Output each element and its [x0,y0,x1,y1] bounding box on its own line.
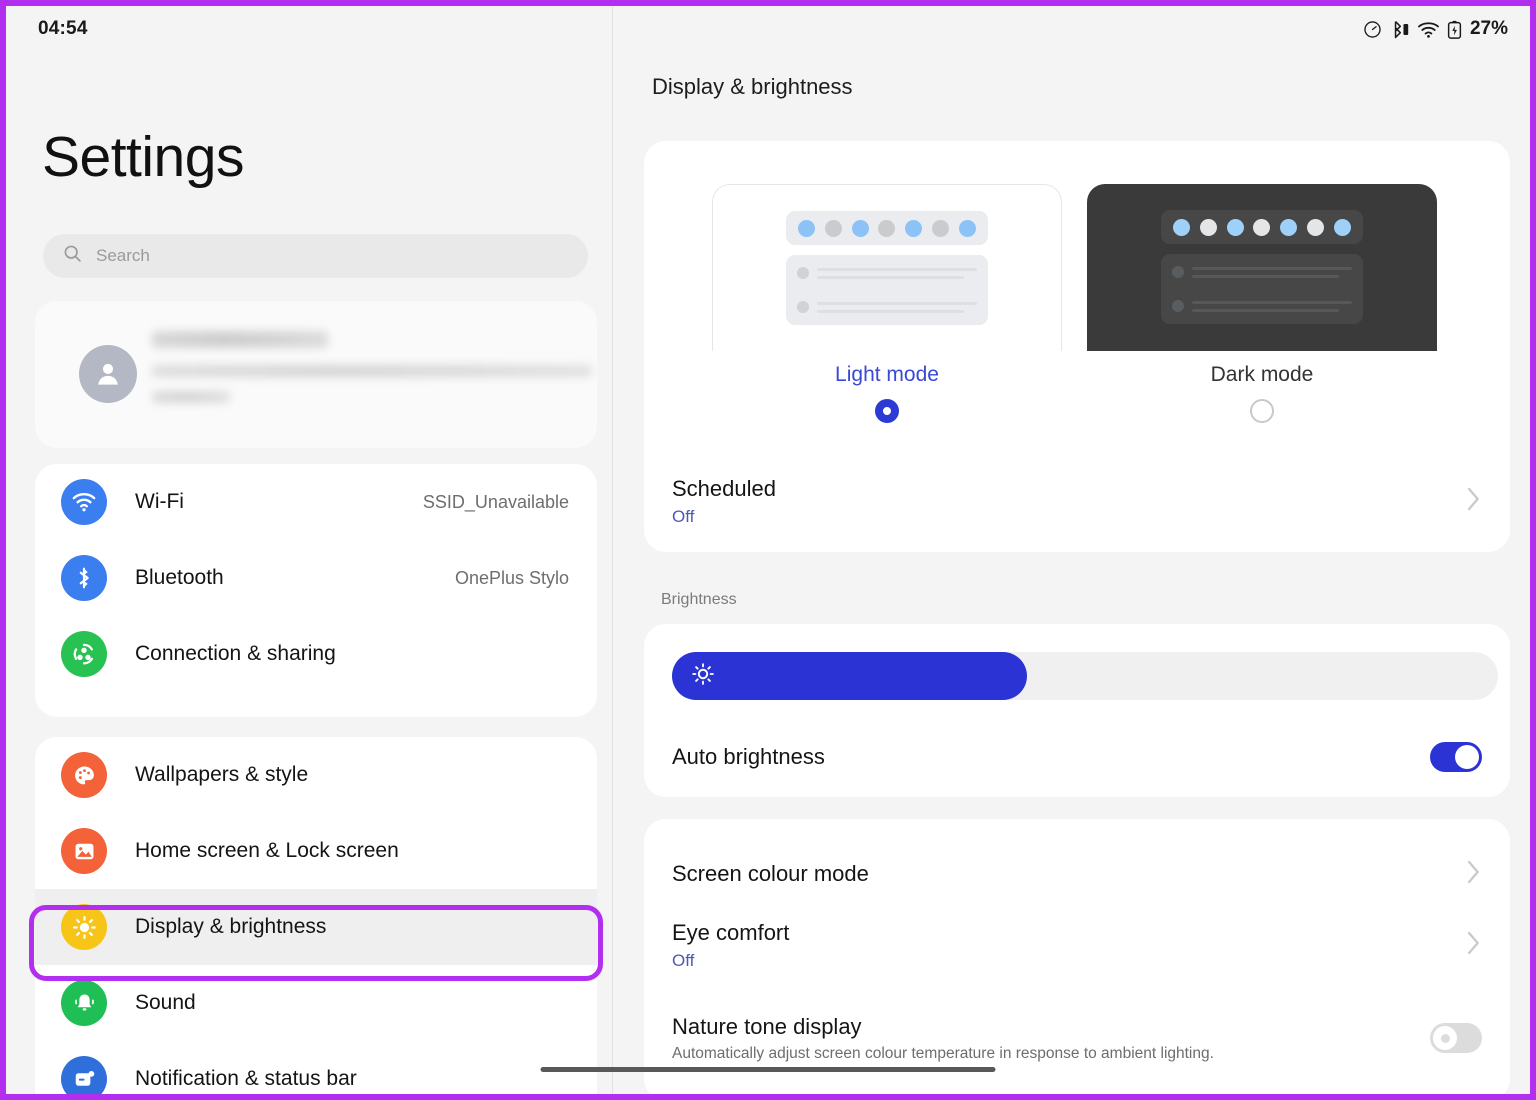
sidebar-item-notification-status-bar[interactable]: Notification & status bar [35,1041,597,1094]
person-avatar-icon [79,345,137,403]
preview-quick-toggles [1161,210,1363,244]
preview-list-rows [786,255,988,325]
wifi-icon [1417,20,1440,39]
auto-brightness-toggle[interactable] [1430,742,1482,772]
scheduled-value: Off [672,506,695,526]
tablet-settings-screen: 04:54 27% Settings Search Wi-Fi SSID_Una… [0,0,1536,1100]
nature-tone-toggle[interactable] [1430,1023,1482,1053]
detail-page-title: Display & brightness [652,74,853,99]
sidebar-item-connection-sharing[interactable]: Connection & sharing [35,616,597,692]
bluetooth-icon [61,555,107,601]
chevron-right-icon [1465,929,1482,962]
preview-list-rows [1161,254,1363,324]
auto-brightness-label: Auto brightness [672,744,825,769]
palette-icon [61,752,107,798]
home-indicator[interactable] [540,1067,996,1072]
dark-mode-preview[interactable] [1087,184,1437,351]
brightness-slider-fill [672,652,1028,700]
settings-sidebar: Settings Search Wi-Fi SSID_Unavailable B… [6,6,613,1094]
preview-quick-toggles [786,211,988,245]
brightness-slider[interactable] [672,652,1498,700]
scheduled-row[interactable]: Scheduled Off [644,451,1510,551]
sun-icon [690,661,716,692]
connection-sharing-icon [61,631,107,677]
bluetooth-battery-icon [1389,20,1410,39]
sidebar-item-label: Home screen & Lock screen [135,839,399,862]
settings-group-connectivity: Wi-Fi SSID_Unavailable Bluetooth OnePlus… [35,464,597,717]
battery-icon [1447,20,1462,39]
dark-mode-radio[interactable] [1250,399,1274,423]
sun-icon [61,904,107,950]
chevron-right-icon [1465,858,1482,891]
battery-percent: 27% [1469,18,1508,39]
wifi-icon [61,479,107,525]
page-title: Settings [42,125,244,189]
status-icons: 27% [1363,18,1508,40]
bell-icon [61,980,107,1026]
status-clock: 04:54 [38,18,88,39]
sidebar-item-sound[interactable]: Sound [35,965,597,1041]
eye-comfort-label: Eye comfort [672,919,790,945]
light-mode-radio[interactable] [875,399,899,423]
brightness-section-label: Brightness [661,591,737,608]
sidebar-item-bluetooth[interactable]: Bluetooth OnePlus Stylo [35,540,597,616]
chevron-right-icon [1465,485,1482,518]
account-name-redacted [152,331,328,348]
search-icon [62,243,83,269]
account-subtitle-redacted-line1 [152,365,592,377]
sidebar-item-display-brightness[interactable]: Display & brightness [35,889,597,965]
brightness-card: Auto brightness [644,624,1510,797]
screen-colour-card: Screen colour mode Eye comfort Off Natur… [644,819,1510,1094]
sidebar-item-label: Display & brightness [135,915,327,938]
sidebar-item-label: Wallpapers & style [135,763,309,786]
sidebar-item-label: Notification & status bar [135,1067,357,1090]
sidebar-item-wifi[interactable]: Wi-Fi SSID_Unavailable [35,464,597,540]
account-subtitle-redacted-line2 [152,391,230,403]
scheduled-label: Scheduled [672,475,776,501]
eye-comfort-value: Off [672,950,695,970]
account-card[interactable] [35,301,597,448]
settings-group-personalisation: Wallpapers & style Home screen & Lock sc… [35,737,597,1094]
nature-tone-label: Nature tone display [672,1013,862,1039]
sidebar-item-label: Wi-Fi [135,490,184,513]
sidebar-item-label: Connection & sharing [135,642,336,665]
sidebar-item-value: OnePlus Stylo [454,567,569,588]
screen-colour-mode-label: Screen colour mode [672,861,869,886]
nature-tone-description: Automatically adjust screen colour tempe… [672,1044,1214,1062]
dark-mode-label: Dark mode [1210,363,1314,386]
eye-comfort-row[interactable]: Eye comfort Off [644,905,1510,985]
search-input[interactable]: Search [43,234,588,278]
sidebar-item-wallpapers-style[interactable]: Wallpapers & style [35,737,597,813]
auto-brightness-row: Auto brightness [644,724,1510,790]
photo-icon [61,828,107,874]
theme-mode-card: Light mode Dark mode Scheduled Off [644,141,1510,552]
light-mode-label: Light mode [835,363,939,386]
sidebar-item-home-lock-screen[interactable]: Home screen & Lock screen [35,813,597,889]
sidebar-item-value: SSID_Unavailable [422,491,569,512]
dnd-icon [1363,20,1382,39]
screen-colour-mode-row[interactable]: Screen colour mode [644,839,1510,909]
light-mode-preview[interactable] [712,184,1062,351]
notification-icon [61,1056,107,1094]
sidebar-item-label: Bluetooth [135,566,224,589]
sidebar-item-label: Sound [135,991,196,1014]
search-placeholder: Search [96,246,150,265]
display-brightness-detail-pane: Display & brightness Light mode Dark mod… [613,6,1530,1094]
status-bar: 04:54 27% [6,6,1530,52]
